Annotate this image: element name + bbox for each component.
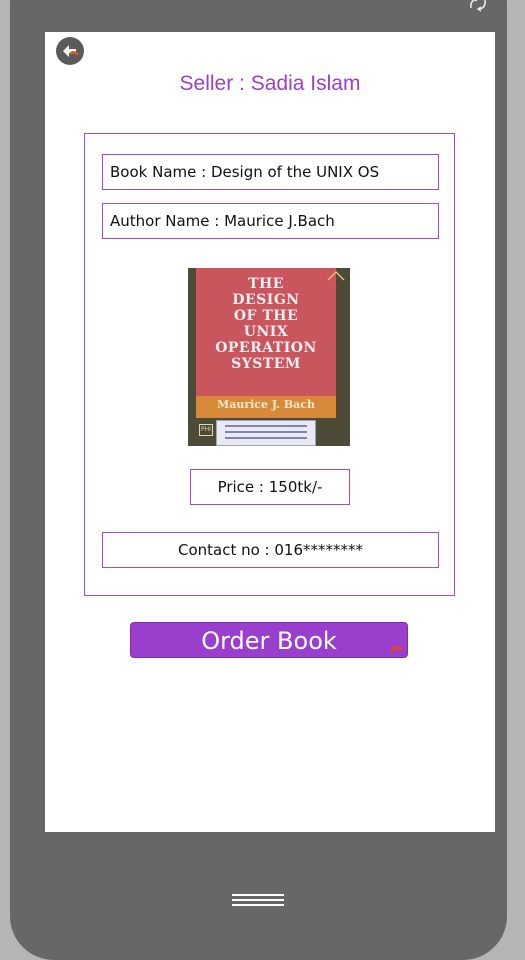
cover-title-line: DESIGN [232, 292, 300, 308]
back-arrow-icon [63, 45, 79, 57]
cover-corner-mark [327, 270, 345, 281]
cover-title-line: OF THE [233, 308, 299, 324]
cover-title-line: THE [248, 276, 284, 292]
pointer-cursor-icon [390, 645, 403, 653]
cover-title-line: SYSTEM [231, 356, 301, 372]
rotate-icon[interactable] [467, 0, 489, 14]
home-bar-icon[interactable] [232, 894, 284, 908]
book-detail-card: Book Name : Design of the UNIX OS Author… [84, 133, 455, 596]
book-name-field: Book Name : Design of the UNIX OS [102, 154, 439, 190]
cover-title-line: UNIX [243, 324, 289, 340]
order-book-button[interactable]: Order Book [130, 622, 408, 658]
cover-sticker [216, 420, 316, 446]
cover-author: Maurice J. Bach [217, 398, 315, 411]
order-book-label: Order Book [201, 627, 337, 655]
phone-frame: Seller : Sadia Islam Book Name : Design … [10, 0, 507, 960]
app-screen: Seller : Sadia Islam Book Name : Design … [45, 32, 495, 832]
cover-title: THE DESIGN OF THE UNIX OPERATION SYSTEM [196, 276, 336, 372]
contact-field: Contact no : 016******** [102, 532, 439, 568]
cover-title-line: OPERATION [215, 340, 317, 356]
publisher-logo: PHI [199, 424, 213, 436]
book-cover-image: THE DESIGN OF THE UNIX OPERATION SYSTEM … [188, 268, 350, 446]
back-button[interactable] [56, 37, 84, 65]
price-field: Price : 150tk/- [190, 469, 350, 505]
author-name-field: Author Name : Maurice J.Bach [102, 203, 439, 239]
seller-title: Seller : Sadia Islam [179, 72, 361, 95]
